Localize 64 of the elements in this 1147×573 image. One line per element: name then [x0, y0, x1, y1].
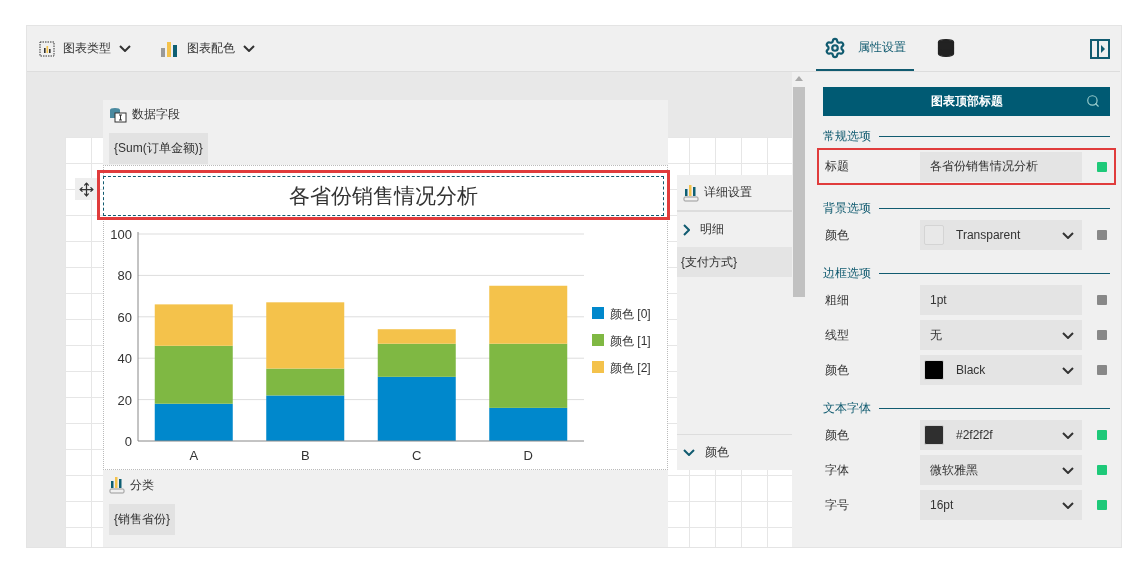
- x-tick-label: A: [189, 448, 199, 463]
- search-bar[interactable]: 图表顶部标题: [823, 87, 1110, 116]
- toolbar-dropdown[interactable]: 图表类型: [35, 36, 135, 61]
- property-label: 字体: [825, 461, 850, 479]
- x-tick-label: D: [523, 448, 533, 463]
- chevron-down-icon: [1062, 431, 1074, 439]
- database-icon: [936, 37, 956, 58]
- chevron-down-icon: [1062, 331, 1074, 339]
- panel-collapse-icon: [1090, 38, 1110, 59]
- settings-icon: [824, 36, 846, 59]
- chevron-down-icon: [1062, 231, 1074, 239]
- toolbar-dropdown[interactable]: 图表配色: [157, 36, 259, 61]
- legend-label: 颜色 [0]: [610, 307, 651, 321]
- y-tick-label: 80: [117, 268, 132, 284]
- group-title: 文本字体: [823, 399, 871, 417]
- group-title: 边框选项: [823, 264, 871, 282]
- chevron-down-icon: [683, 449, 695, 456]
- chevron-down-icon: [119, 45, 131, 52]
- chart-title[interactable]: 各省份销售情况分析: [103, 176, 664, 216]
- chevron-down-icon: [1062, 466, 1074, 474]
- legend-label: 颜色 [2]: [610, 361, 651, 375]
- select-field[interactable]: 16pt: [920, 490, 1082, 520]
- select-field[interactable]: 无: [920, 320, 1082, 350]
- chart-type-icon: [39, 40, 55, 57]
- y-tick-label: 100: [110, 227, 132, 242]
- x-tick-label: C: [412, 448, 422, 463]
- select-field[interactable]: #2f2f2f: [920, 420, 1082, 450]
- chevron-right-icon: [683, 223, 690, 236]
- search-icon: [1086, 94, 1100, 108]
- database-field-icon: [109, 106, 127, 123]
- chevron-down-icon: [1062, 366, 1074, 374]
- y-tick-label: 20: [117, 392, 132, 408]
- select-field[interactable]: Transparent: [920, 220, 1082, 250]
- legend-label: 颜色 [1]: [610, 334, 651, 348]
- property-label: 字号: [825, 496, 850, 514]
- x-tick-label: B: [300, 448, 310, 463]
- bar-chart-icon: [109, 476, 125, 494]
- property-label: 标题: [825, 158, 850, 175]
- field-chip[interactable]: {Sum(订单金额)}: [109, 133, 208, 164]
- field-chip[interactable]: {支付方式}: [677, 247, 792, 277]
- panel-title: 详细设置: [704, 184, 752, 201]
- y-tick-label: 60: [117, 309, 132, 325]
- bar-chart-icon: [683, 183, 699, 202]
- property-label: 粗细: [825, 291, 850, 309]
- chevron-down-icon: [1062, 501, 1074, 509]
- select-field[interactable]: 微软雅黑: [920, 455, 1082, 485]
- property-label: 颜色: [825, 361, 850, 379]
- move-handle[interactable]: [75, 178, 97, 200]
- property-label: 颜色: [825, 226, 850, 244]
- input-field[interactable]: 1pt: [920, 285, 1082, 315]
- group-title: 背景选项: [823, 199, 871, 217]
- panel-tab[interactable]: 属性设置: [816, 26, 914, 71]
- input-field[interactable]: 各省份销售情况分析: [920, 151, 1082, 182]
- property-label: 线型: [825, 326, 850, 344]
- property-label: 颜色: [825, 426, 850, 444]
- group-title: 常规选项: [823, 127, 871, 145]
- panel-title: 分类: [130, 476, 154, 494]
- y-tick-label: 40: [117, 351, 132, 367]
- select-field[interactable]: Black: [920, 355, 1082, 385]
- panel-title: 数据字段: [132, 106, 180, 123]
- bar-chart-icon: [161, 40, 179, 57]
- y-tick-label: 0: [124, 434, 132, 449]
- field-chip[interactable]: {销售省份}: [109, 504, 175, 535]
- chevron-down-icon: [243, 45, 255, 52]
